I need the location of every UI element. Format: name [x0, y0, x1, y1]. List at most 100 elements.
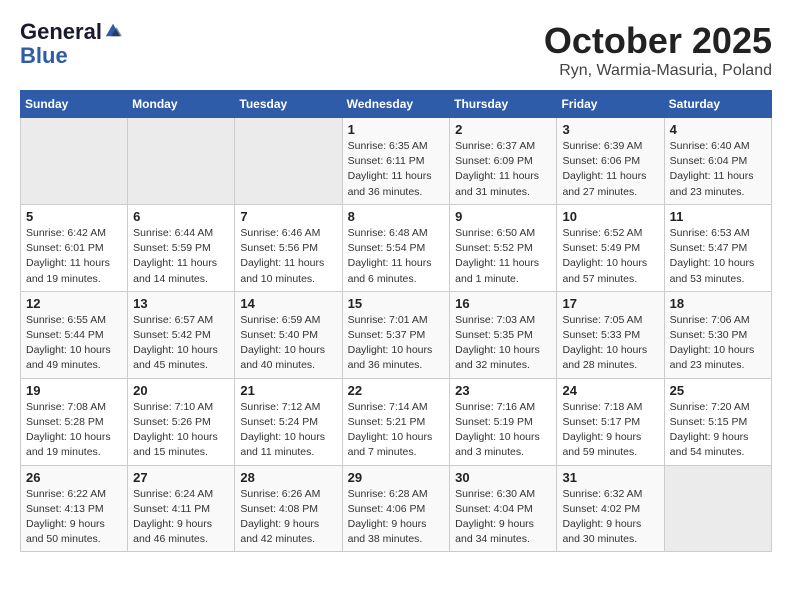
column-header-tuesday: Tuesday [235, 91, 342, 118]
day-info: Sunrise: 7:10 AMSunset: 5:26 PMDaylight:… [133, 400, 229, 461]
calendar-cell: 31 Sunrise: 6:32 AMSunset: 4:02 PMDayligh… [557, 465, 664, 552]
day-info: Sunrise: 7:06 AMSunset: 5:30 PMDaylight:… [670, 313, 766, 374]
day-info: Sunrise: 6:52 AMSunset: 5:49 PMDaylight:… [562, 226, 658, 287]
day-info: Sunrise: 7:05 AMSunset: 5:33 PMDaylight:… [562, 313, 658, 374]
calendar-week-4: 19Sunrise: 7:08 AMSunset: 5:28 PMDayligh… [21, 378, 772, 465]
calendar-cell: 17 Sunrise: 7:05 AMSunset: 5:33 PMDayligh… [557, 291, 664, 378]
day-number: 7 [240, 209, 336, 224]
day-number: 2 [455, 122, 551, 137]
day-number: 27 [133, 470, 229, 485]
day-info: Sunrise: 7:18 AMSunset: 5:17 PMDaylight:… [562, 400, 658, 461]
column-header-saturday: Saturday [664, 91, 771, 118]
page-subtitle: Ryn, Warmia-Masuria, Poland [544, 62, 772, 80]
day-number: 12 [26, 296, 122, 311]
day-info: Sunrise: 6:24 AMSunset: 4:11 PMDaylight:… [133, 487, 229, 548]
calendar-cell: 5Sunrise: 6:42 AMSunset: 6:01 PMDaylight… [21, 204, 128, 291]
calendar-week-3: 12 Sunrise: 6:55 AMSunset: 5:44 PMDayligh… [21, 291, 772, 378]
day-number: 30 [455, 470, 551, 485]
day-info: Sunrise: 6:44 AMSunset: 5:59 PMDaylight:… [133, 226, 229, 287]
day-info: Sunrise: 6:46 AMSunset: 5:56 PMDaylight:… [240, 226, 336, 287]
day-info: Sunrise: 6:26 AMSunset: 4:08 PMDaylight:… [240, 487, 336, 548]
day-number: 25 [670, 383, 766, 398]
day-info: Sunrise: 7:01 AMSunset: 5:37 PMDaylight:… [348, 313, 445, 374]
day-info: Sunrise: 6:32 AMSunset: 4:02 PMDaylight:… [562, 487, 658, 548]
day-number: 22 [348, 383, 445, 398]
day-number: 3 [562, 122, 658, 137]
day-number: 21 [240, 383, 336, 398]
day-number: 19 [26, 383, 122, 398]
day-info: Sunrise: 6:57 AMSunset: 5:42 PMDaylight:… [133, 313, 229, 374]
calendar-cell: 9 Sunrise: 6:50 AMSunset: 5:52 PMDaylight… [450, 204, 557, 291]
day-info: Sunrise: 7:20 AMSunset: 5:15 PMDaylight:… [670, 400, 766, 461]
calendar-cell: 28 Sunrise: 6:26 AMSunset: 4:08 PMDayligh… [235, 465, 342, 552]
calendar-cell: 13 Sunrise: 6:57 AMSunset: 5:42 PMDayligh… [128, 291, 235, 378]
column-header-thursday: Thursday [450, 91, 557, 118]
logo-icon [104, 21, 122, 39]
calendar-cell: 4Sunrise: 6:40 AMSunset: 6:04 PMDaylight… [664, 118, 771, 205]
day-number: 31 [562, 470, 658, 485]
day-number: 26 [26, 470, 122, 485]
day-info: Sunrise: 6:37 AMSunset: 6:09 PMDaylight:… [455, 139, 551, 200]
day-number: 17 [562, 296, 658, 311]
calendar-cell: 22 Sunrise: 7:14 AMSunset: 5:21 PMDayligh… [342, 378, 450, 465]
calendar-cell: 7 Sunrise: 6:46 AMSunset: 5:56 PMDaylight… [235, 204, 342, 291]
calendar-cell: 11 Sunrise: 6:53 AMSunset: 5:47 PMDayligh… [664, 204, 771, 291]
calendar-cell: 15 Sunrise: 7:01 AMSunset: 5:37 PMDayligh… [342, 291, 450, 378]
calendar-cell: 20 Sunrise: 7:10 AMSunset: 5:26 PMDayligh… [128, 378, 235, 465]
day-info: Sunrise: 6:39 AMSunset: 6:06 PMDaylight:… [562, 139, 658, 200]
column-header-sunday: Sunday [21, 91, 128, 118]
calendar-cell: 21 Sunrise: 7:12 AMSunset: 5:24 PMDayligh… [235, 378, 342, 465]
day-info: Sunrise: 6:40 AMSunset: 6:04 PMDaylight:… [670, 139, 766, 200]
column-header-monday: Monday [128, 91, 235, 118]
day-info: Sunrise: 6:35 AMSunset: 6:11 PMDaylight:… [348, 139, 445, 200]
day-number: 14 [240, 296, 336, 311]
day-info: Sunrise: 6:50 AMSunset: 5:52 PMDaylight:… [455, 226, 551, 287]
calendar-cell: 2 Sunrise: 6:37 AMSunset: 6:09 PMDaylight… [450, 118, 557, 205]
logo: General Blue [20, 20, 122, 68]
day-number: 29 [348, 470, 445, 485]
page-header: General Blue October 2025 Ryn, Warmia-Ma… [20, 20, 772, 80]
calendar-cell: 10 Sunrise: 6:52 AMSunset: 5:49 PMDayligh… [557, 204, 664, 291]
calendar-week-2: 5Sunrise: 6:42 AMSunset: 6:01 PMDaylight… [21, 204, 772, 291]
calendar-cell: 19Sunrise: 7:08 AMSunset: 5:28 PMDayligh… [21, 378, 128, 465]
calendar-cell: 14 Sunrise: 6:59 AMSunset: 5:40 PMDayligh… [235, 291, 342, 378]
day-info: Sunrise: 6:30 AMSunset: 4:04 PMDaylight:… [455, 487, 551, 548]
calendar-cell [21, 118, 128, 205]
day-info: Sunrise: 6:59 AMSunset: 5:40 PMDaylight:… [240, 313, 336, 374]
day-number: 10 [562, 209, 658, 224]
page-title: October 2025 [544, 20, 772, 62]
column-header-wednesday: Wednesday [342, 91, 450, 118]
day-info: Sunrise: 6:48 AMSunset: 5:54 PMDaylight:… [348, 226, 445, 287]
day-number: 16 [455, 296, 551, 311]
day-info: Sunrise: 6:53 AMSunset: 5:47 PMDaylight:… [670, 226, 766, 287]
day-info: Sunrise: 7:03 AMSunset: 5:35 PMDaylight:… [455, 313, 551, 374]
calendar-cell: 25 Sunrise: 7:20 AMSunset: 5:15 PMDayligh… [664, 378, 771, 465]
day-info: Sunrise: 6:55 AMSunset: 5:44 PMDaylight:… [26, 313, 122, 374]
day-number: 9 [455, 209, 551, 224]
day-number: 18 [670, 296, 766, 311]
calendar-cell: 30 Sunrise: 6:30 AMSunset: 4:04 PMDayligh… [450, 465, 557, 552]
calendar-table: SundayMondayTuesdayWednesdayThursdayFrid… [20, 90, 772, 552]
day-number: 20 [133, 383, 229, 398]
day-info: Sunrise: 7:14 AMSunset: 5:21 PMDaylight:… [348, 400, 445, 461]
title-block: October 2025 Ryn, Warmia-Masuria, Poland [544, 20, 772, 80]
column-header-friday: Friday [557, 91, 664, 118]
calendar-cell: 24Sunrise: 7:18 AMSunset: 5:17 PMDayligh… [557, 378, 664, 465]
day-number: 1 [348, 122, 445, 137]
day-number: 23 [455, 383, 551, 398]
calendar-cell: 1 Sunrise: 6:35 AMSunset: 6:11 PMDaylight… [342, 118, 450, 205]
day-info: Sunrise: 6:22 AMSunset: 4:13 PMDaylight:… [26, 487, 122, 548]
calendar-cell [664, 465, 771, 552]
day-info: Sunrise: 6:28 AMSunset: 4:06 PMDaylight:… [348, 487, 445, 548]
day-info: Sunrise: 7:12 AMSunset: 5:24 PMDaylight:… [240, 400, 336, 461]
day-number: 11 [670, 209, 766, 224]
day-number: 28 [240, 470, 336, 485]
calendar-cell [235, 118, 342, 205]
day-number: 8 [348, 209, 445, 224]
day-number: 5 [26, 209, 122, 224]
day-number: 13 [133, 296, 229, 311]
logo-blue-text: Blue [20, 44, 122, 68]
calendar-cell: 6Sunrise: 6:44 AMSunset: 5:59 PMDaylight… [128, 204, 235, 291]
day-number: 15 [348, 296, 445, 311]
logo-text: General [20, 20, 122, 44]
